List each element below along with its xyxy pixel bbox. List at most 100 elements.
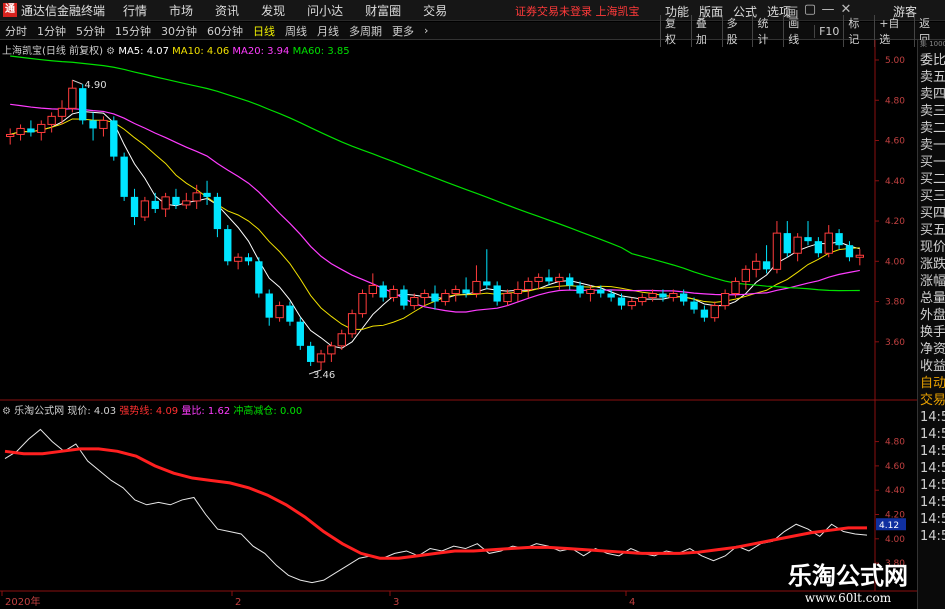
candle-body [690, 301, 698, 310]
x-tick-label: 3 [393, 597, 399, 608]
candle-body [410, 297, 419, 307]
candle-body [441, 293, 450, 303]
candle-body [203, 192, 211, 197]
menu-wealth[interactable]: 财富圈 [365, 2, 401, 19]
y-tick-label: 4.20 [885, 217, 905, 227]
candle-body [597, 289, 605, 294]
reduce-position-value: 冲高减仓: 0.00 [233, 406, 303, 417]
candle-body [151, 200, 159, 209]
tab-1min[interactable]: 1分钟 [32, 23, 71, 39]
candle-body [379, 285, 387, 298]
candle-body [37, 123, 46, 133]
candle-body [99, 119, 108, 129]
ma5-value: MA5: 4.07 [118, 46, 169, 57]
menu-ask[interactable]: 问小达 [307, 2, 343, 19]
side-item: 买三 [920, 189, 945, 204]
login-notice[interactable]: 证券交易未登录 上海凯宝 [515, 3, 640, 19]
side-item: 买一 [920, 155, 945, 170]
ma60-line [10, 55, 860, 292]
menu-news[interactable]: 资讯 [215, 2, 239, 19]
candle-body [6, 133, 15, 137]
main-chart-legend: 上海凯宝(日线 前复权) ⚙ MA5: 4.07 MA10: 4.06 MA20… [2, 42, 350, 57]
y-tick-label: 4.00 [885, 257, 905, 267]
y-tick-label: 3.80 [885, 298, 905, 308]
y-tick-label: 4.00 [885, 535, 905, 545]
candle-body [79, 88, 87, 121]
menu-trade[interactable]: 交易 [423, 2, 447, 19]
low-label: 3.46 [313, 370, 335, 381]
tab-30min[interactable]: 30分钟 [156, 23, 202, 39]
high-label: 4.90 [84, 80, 106, 91]
candle-body [835, 233, 843, 246]
candle-body [400, 289, 408, 306]
candle-body [793, 236, 802, 254]
tick-time: 14:56 [920, 444, 945, 459]
gear-icon[interactable]: ⚙ [2, 406, 11, 417]
tab-timeshare[interactable]: 分时 [0, 23, 32, 39]
quote-side-panel: 集 1000 委比 卖五 卖四 卖三 卖二 卖一 买一 买二 买三 买四 买五 … [917, 40, 945, 609]
candle-body [286, 305, 294, 322]
candle-body [172, 196, 180, 205]
candle-body [130, 196, 139, 218]
tab-weekly[interactable]: 周线 [280, 23, 312, 39]
menu-discover[interactable]: 发现 [261, 2, 285, 19]
tab-daily[interactable]: 日线 [248, 23, 280, 39]
candle-body [275, 305, 284, 319]
indicator-title[interactable]: 乐淘公式网 [14, 406, 64, 417]
ma20-value: MA20: 3.94 [232, 46, 290, 57]
side-item: 卖三 [920, 104, 945, 119]
kline-chart[interactable]: 4.90 3.46 5.00 4.80 4.60 4.40 4.20 4.00 3.80 3.6… [0, 40, 917, 609]
candle-body [586, 288, 595, 295]
stock-title[interactable]: 上海凯宝(日线 前复权) [2, 46, 103, 57]
side-item: 总量 [920, 291, 945, 306]
candle-body [772, 232, 782, 270]
candle-body [731, 280, 740, 295]
current-price: 现价: 4.03 [67, 406, 117, 417]
tab-60min[interactable]: 60分钟 [202, 23, 248, 39]
candle-body [296, 321, 304, 346]
candle-body [110, 120, 118, 157]
trade-label[interactable]: 交易 [918, 392, 945, 409]
candle-body [462, 289, 470, 294]
y-tick-label: 4.60 [885, 137, 905, 147]
indicator-lines [4, 428, 868, 584]
menu-quotes[interactable]: 行情 [123, 2, 147, 19]
candle-body [255, 261, 263, 294]
volume-ratio-value: 量比: 1.62 [181, 406, 231, 417]
tab-5min[interactable]: 5分钟 [71, 23, 110, 39]
strong-line [4, 447, 867, 560]
chevron-right-icon[interactable]: › [419, 24, 433, 37]
candle-body [752, 260, 761, 270]
candle-body [627, 301, 637, 307]
gear-icon[interactable]: ⚙ [106, 46, 115, 57]
menu-market[interactable]: 市场 [169, 2, 193, 19]
candle-body [420, 293, 429, 299]
watermark-title: 乐淘公式网 [788, 561, 908, 590]
tab-15min[interactable]: 15分钟 [110, 23, 156, 39]
candle-body [57, 107, 67, 117]
y-tick-label: 4.80 [885, 96, 905, 106]
side-item: 换手 [920, 325, 945, 340]
minimize-icon[interactable]: — [819, 2, 837, 21]
current-price-tag-label: 4.12 [879, 521, 899, 531]
tab-multi-period[interactable]: 多周期 [344, 23, 387, 39]
x-tick-label: 2020年 [5, 595, 40, 608]
auto-trade-label[interactable]: 自动 [918, 375, 945, 392]
candle-body [120, 156, 128, 197]
tick-time: 14:56 [920, 529, 945, 544]
candle-body [358, 293, 367, 315]
tick-time: 14:56 [920, 427, 945, 442]
candle-body [513, 288, 523, 295]
tick-time: 14:56 [920, 410, 945, 425]
candle-body [607, 293, 615, 298]
f10-button[interactable]: F10 [814, 24, 843, 38]
tick-time: 14:56 [920, 478, 945, 493]
tab-monthly[interactable]: 月线 [312, 23, 344, 39]
tab-more[interactable]: 更多 [387, 23, 419, 39]
candle-body [368, 284, 378, 295]
candle-body [814, 241, 823, 254]
candle-body [233, 256, 243, 262]
candle-body [804, 237, 812, 242]
candle-body [545, 277, 553, 282]
candle-body [224, 229, 232, 262]
